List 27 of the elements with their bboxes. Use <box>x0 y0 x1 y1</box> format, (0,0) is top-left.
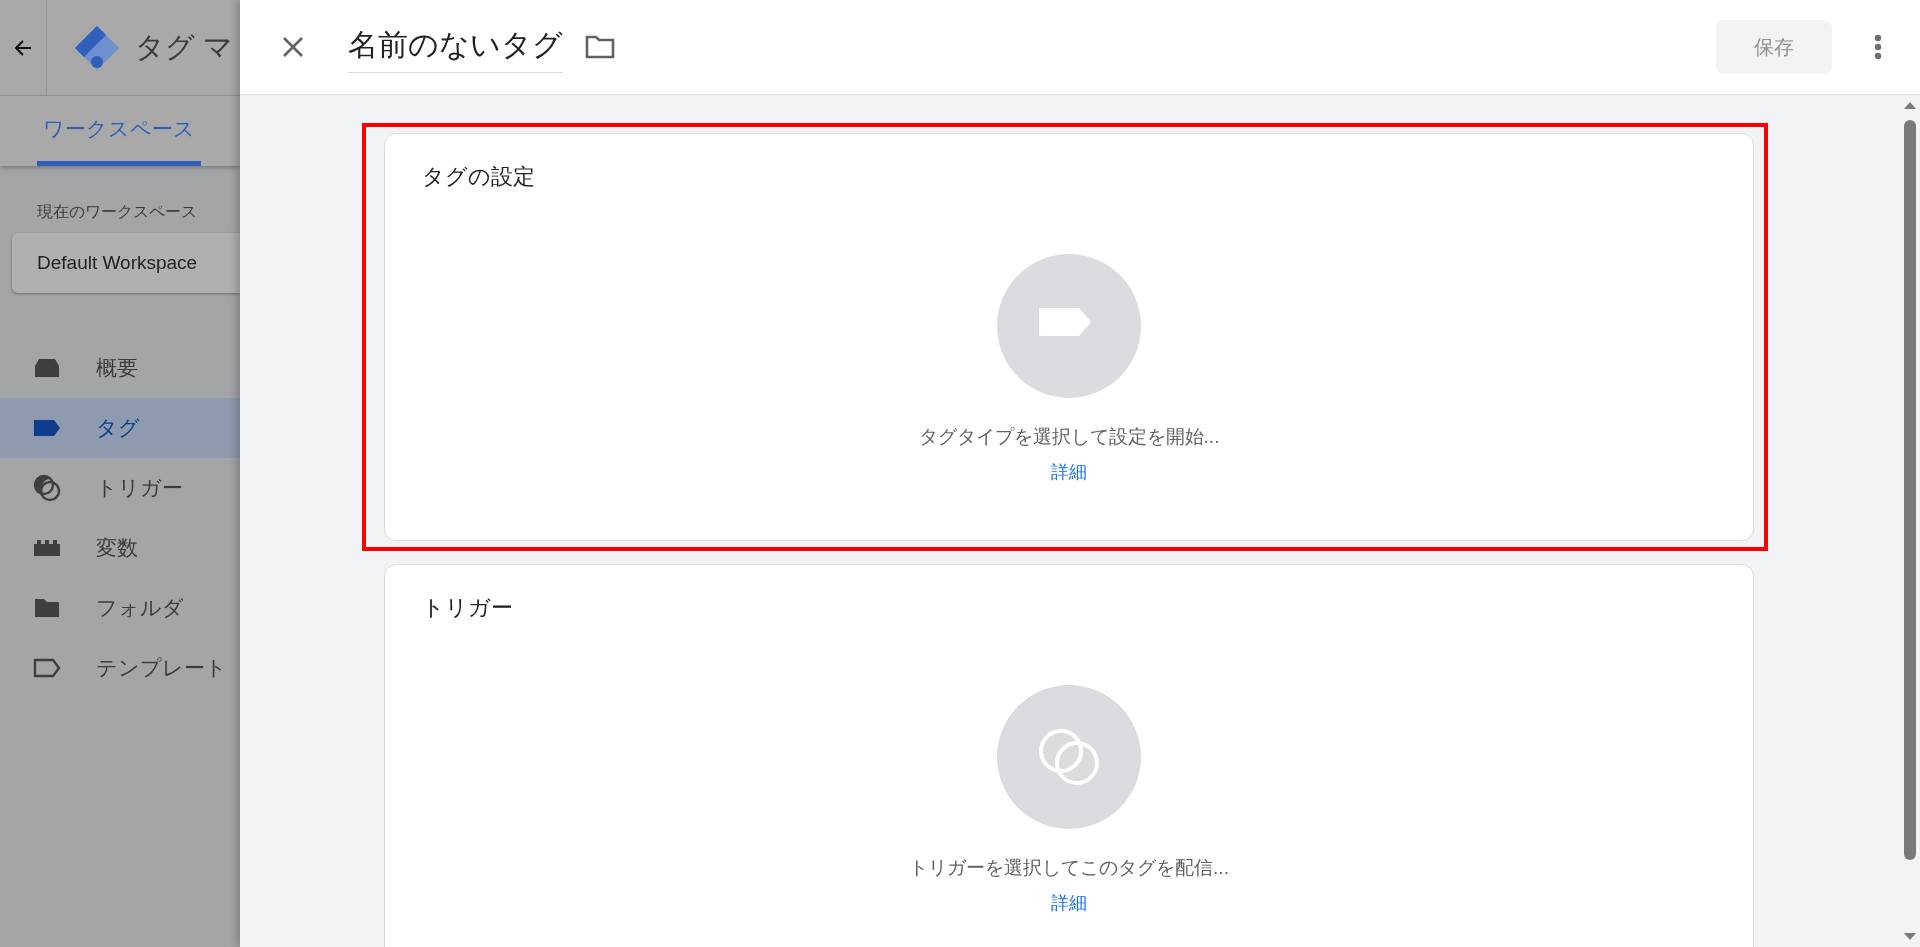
app-title: タグ マ <box>135 29 234 65</box>
trigger-icon <box>33 474 61 502</box>
tag-icon <box>33 419 61 437</box>
sidebar-item[interactable]: 変数 <box>0 518 240 578</box>
prompt-text: タグタイプを選択して設定を開始... <box>918 425 1220 449</box>
sidebar-item[interactable]: 概要 <box>0 338 240 398</box>
back-arrow-icon[interactable] <box>14 39 32 56</box>
sidebar-item[interactable]: タグ <box>0 398 240 458</box>
details-link[interactable]: 詳細 <box>1051 460 1087 484</box>
card-title: タグの設定 <box>422 163 535 191</box>
sidebar-item[interactable]: トリガー <box>0 458 240 518</box>
block-icon <box>33 539 61 557</box>
sidebar-item[interactable]: テンプレート <box>0 638 240 698</box>
logo-icon <box>73 23 121 72</box>
tag-name-field[interactable]: 名前のないタグ <box>348 21 563 73</box>
folder-icon <box>34 598 60 618</box>
tray-icon <box>34 358 60 378</box>
workspace-selector[interactable]: Default Workspace <box>12 233 240 293</box>
details-link[interactable]: 詳細 <box>1051 891 1087 915</box>
workspace-label: 現在のワークスペース <box>37 202 198 222</box>
sidebar-item[interactable]: フォルダ <box>0 578 240 638</box>
folder-icon[interactable] <box>585 35 615 59</box>
tag-outline-icon <box>33 658 61 678</box>
prompt-text: トリガーを選択してこのタグを配信... <box>909 856 1229 880</box>
more-options-icon[interactable] <box>1874 34 1882 60</box>
close-icon[interactable] <box>282 36 304 58</box>
card-title: トリガー <box>422 594 513 622</box>
